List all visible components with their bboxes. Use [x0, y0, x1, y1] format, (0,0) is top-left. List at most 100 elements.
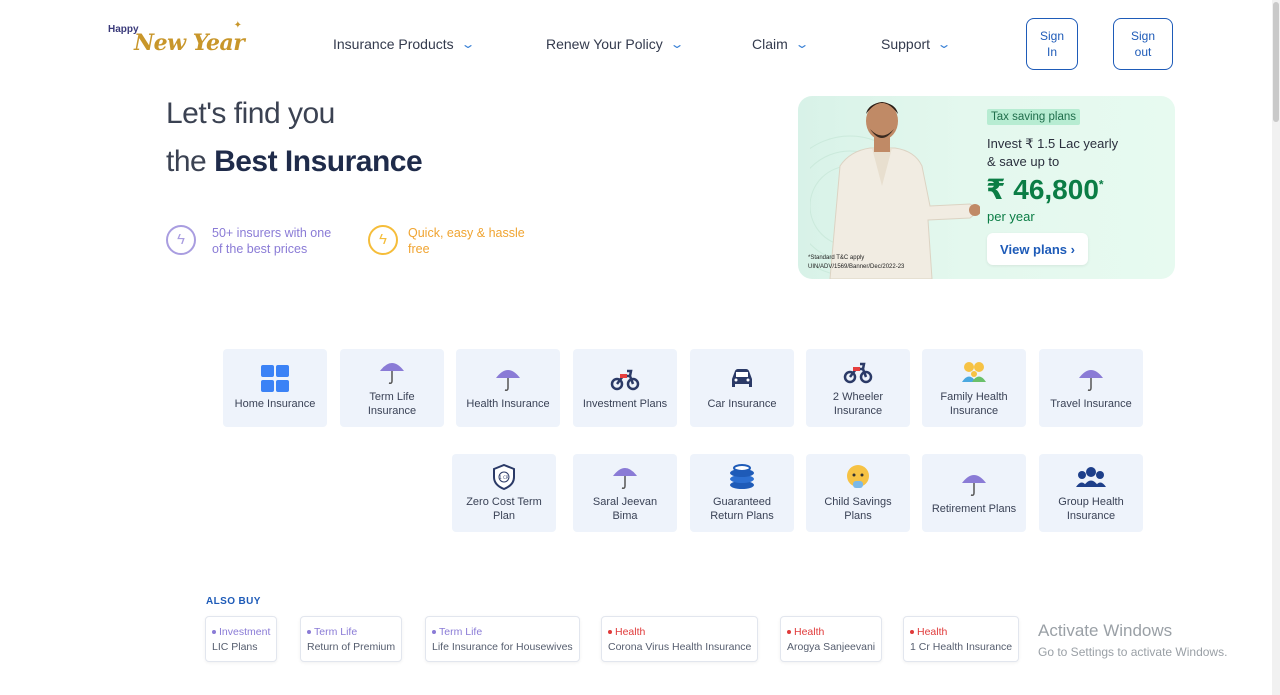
tile-label: Family Health Insurance — [940, 391, 1008, 417]
umbrella-icon — [610, 463, 640, 491]
lightning-icon: ϟ — [166, 225, 196, 255]
hero-heading-line1: Let's find you — [166, 97, 335, 130]
product-tile-investment[interactable]: Investment Plans — [573, 349, 677, 427]
banner-line2: & save up to — [987, 154, 1060, 169]
also-buy-chip[interactable]: Health Corona Virus Health Insurance — [601, 616, 759, 662]
product-tile-group-health[interactable]: Group Health Insurance — [1039, 454, 1143, 532]
sign-out-button[interactable]: Sign out — [1113, 18, 1173, 70]
hero-heading-bold: Best Insurance — [214, 145, 423, 178]
amount-value: ₹ 46,800 — [986, 174, 1099, 205]
chip-name: Corona Virus Health Insurance — [608, 641, 752, 653]
tile-label: 2 Wheeler Insurance — [832, 391, 884, 417]
watermark-title: Activate Windows — [1038, 621, 1173, 640]
disclaimer-line1: *Standard T&C apply — [808, 255, 865, 261]
disclaimer-line2: UIN/ADV/1569/Banner/Dec/2022-23 — [808, 264, 905, 270]
product-tile-term-life[interactable]: Term Life Insurance — [340, 349, 444, 427]
also-buy-chip[interactable]: Health Arogya Sanjeevani — [780, 616, 883, 662]
tile-label: Investment Plans — [582, 398, 668, 410]
tile-label: Guaranteed Return Plans — [710, 496, 774, 522]
sparkle-icon: ✦ — [233, 20, 242, 31]
product-tile-health[interactable]: Health Insurance — [456, 349, 560, 427]
chip-name: Arogya Sanjeevani — [787, 641, 876, 653]
grid-icon — [260, 365, 290, 393]
dot-icon — [910, 630, 914, 635]
product-tile-saral-jeevan[interactable]: Saral Jeevan Bima — [573, 454, 677, 532]
chevron-down-icon: ⌄ — [669, 37, 685, 51]
dot-icon — [307, 630, 311, 635]
nav-renew-policy[interactable]: Renew Your Policy ⌄ — [546, 36, 685, 52]
product-tile-guaranteed-return[interactable]: Guaranteed Return Plans — [690, 454, 794, 532]
motorbike-icon — [843, 358, 873, 386]
tax-saving-tag: Tax saving plans — [987, 109, 1081, 125]
banner-line1: Invest ₹ 1.5 Lac yearly — [987, 136, 1119, 151]
product-tile-zero-cost-term[interactable]: 1 CR Zero Cost Term Plan — [452, 454, 556, 532]
chip-category: Investment — [212, 625, 270, 640]
logo[interactable]: Happy New Year ✦ — [106, 20, 246, 62]
umbrella-icon — [959, 470, 989, 498]
chip-category: Term Life — [432, 625, 573, 640]
product-tile-2-wheeler[interactable]: 2 Wheeler Insurance — [806, 349, 910, 427]
chevron-down-icon: ⌄ — [460, 37, 476, 51]
chip-category: Health — [608, 625, 751, 640]
also-buy-chip[interactable]: Investment LIC Plans — [205, 616, 278, 662]
chip-category: Health — [910, 625, 1012, 640]
product-tile-child-savings[interactable]: Child Savings Plans — [806, 454, 910, 532]
motorbike-icon — [610, 365, 640, 393]
nav-label: Support — [881, 36, 931, 52]
shield-icon: 1 CR — [489, 463, 519, 491]
spokesperson-image — [810, 102, 980, 279]
chevron-down-icon: ⌄ — [794, 37, 810, 51]
also-buy-chip[interactable]: Term Life Life Insurance for Housewives — [425, 616, 580, 662]
tile-label: Term Life Insurance — [367, 391, 417, 417]
chip-name: Life Insurance for Housewives — [432, 641, 573, 653]
also-buy-chip[interactable]: Term Life Return of Premium — [300, 616, 403, 662]
nav-claim[interactable]: Claim ⌄ — [752, 36, 810, 52]
nav-support[interactable]: Support ⌄ — [881, 36, 952, 52]
feature-text: 50+ insurers with one of the best prices — [212, 226, 332, 256]
umbrella-icon — [377, 358, 407, 386]
chip-name: 1 Cr Health Insurance — [910, 641, 1013, 653]
feature-text: Quick, easy & hassle free — [408, 226, 525, 256]
umbrella-icon — [493, 365, 523, 393]
group-icon — [1076, 463, 1106, 491]
product-tile-family-health[interactable]: Family Health Insurance — [922, 349, 1026, 427]
feature-quick: ϟ Quick, easy & hassle free — [368, 225, 548, 257]
tile-label: Retirement Plans — [931, 503, 1017, 515]
car-icon — [727, 365, 757, 393]
chip-category: Term Life — [307, 625, 395, 640]
coins-icon — [727, 463, 757, 491]
product-tile-home-insurance[interactable]: Home Insurance — [223, 349, 327, 427]
tile-label: Child Savings Plans — [824, 496, 892, 522]
tile-label: Health Insurance — [466, 398, 550, 410]
product-tile-car[interactable]: Car Insurance — [690, 349, 794, 427]
chip-category: Health — [787, 625, 875, 640]
banner-per-year: per year — [987, 209, 1035, 224]
baby-icon — [843, 463, 873, 491]
chip-name: Return of Premium — [307, 641, 396, 653]
scrollbar-thumb[interactable] — [1273, 2, 1279, 122]
also-buy-heading: ALSO BUY — [206, 596, 261, 607]
also-buy-chip[interactable]: Health 1 Cr Health Insurance — [903, 616, 1020, 662]
tile-label: Car Insurance — [707, 398, 777, 410]
nav-insurance-products[interactable]: Insurance Products ⌄ — [333, 36, 476, 52]
nav-label: Renew Your Policy — [546, 36, 663, 52]
banner-amount: ₹ 46,800* — [986, 173, 1104, 206]
lightning-icon: ϟ — [368, 225, 398, 255]
umbrella-icon — [1076, 365, 1106, 393]
tax-saving-banner[interactable]: Tax saving plans Invest ₹ 1.5 Lac yearly… — [798, 96, 1175, 279]
view-plans-button[interactable]: View plans › — [987, 233, 1088, 265]
product-tile-retirement[interactable]: Retirement Plans — [922, 454, 1026, 532]
product-tile-travel[interactable]: Travel Insurance — [1039, 349, 1143, 427]
tile-label: Zero Cost Term Plan — [466, 496, 542, 522]
family-icon — [959, 358, 989, 386]
tile-label: Group Health Insurance — [1058, 496, 1124, 522]
feature-insurers: ϟ 50+ insurers with one of the best pric… — [166, 225, 356, 257]
nav-label: Claim — [752, 36, 788, 52]
amount-asterisk: * — [1098, 177, 1104, 192]
dot-icon — [787, 630, 791, 635]
svg-text:1 CR: 1 CR — [499, 475, 509, 480]
hero-heading-prefix: the — [166, 145, 207, 178]
tile-label: Saral Jeevan Bima — [592, 496, 658, 522]
sign-in-button[interactable]: Sign In — [1026, 18, 1078, 70]
page-scrollbar[interactable] — [1272, 0, 1280, 695]
